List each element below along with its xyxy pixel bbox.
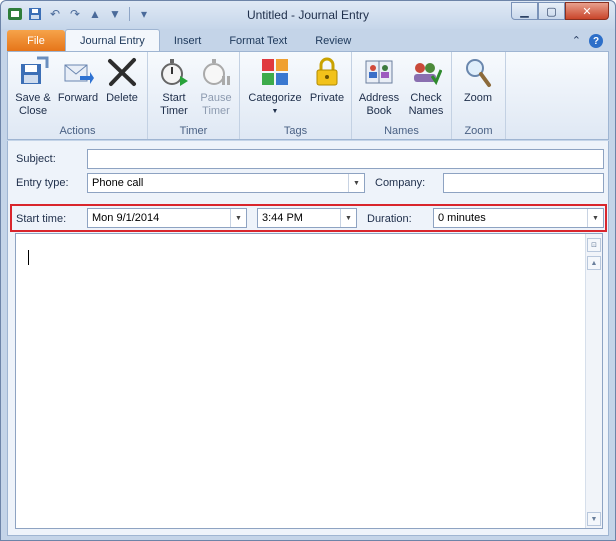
notes-scrollbar[interactable]: ⊡ ▲ ▼ bbox=[585, 234, 602, 528]
private-label: Private bbox=[309, 92, 345, 104]
tab-review[interactable]: Review bbox=[301, 30, 365, 52]
delete-icon bbox=[108, 58, 136, 86]
group-actions: Save & Close Forward Delete Actions bbox=[8, 52, 148, 139]
magnifier-icon bbox=[466, 59, 491, 87]
entry-type-label: Entry type: bbox=[16, 177, 69, 189]
address-book-label: Address Book bbox=[358, 92, 400, 117]
delete-label: Delete bbox=[106, 92, 138, 104]
chevron-down-icon[interactable]: ▼ bbox=[348, 174, 364, 192]
ribbon-tabs: File Journal Entry Insert Format Text Re… bbox=[7, 29, 365, 52]
start-timer-button[interactable]: Start Timer bbox=[154, 56, 194, 118]
subject-label: Subject: bbox=[16, 153, 56, 165]
close-icon: ✕ bbox=[582, 5, 592, 18]
entry-type-select[interactable]: Phone call ▼ bbox=[87, 173, 365, 193]
delete-button[interactable]: Delete bbox=[102, 56, 142, 105]
start-time-select[interactable]: 3:44 PM ▼ bbox=[257, 208, 357, 228]
journal-entry-window: ↶ ↷ ▲ ▼ ▾ Untitled - Journal Entry ▁ ▢ ✕… bbox=[0, 0, 616, 541]
tab-format-text[interactable]: Format Text bbox=[215, 30, 301, 52]
scroll-down-button[interactable]: ▼ bbox=[587, 512, 601, 526]
categorize-button[interactable]: Categorize ▼ bbox=[246, 56, 304, 118]
maximize-button[interactable]: ▢ bbox=[538, 2, 565, 20]
minimize-icon: ▁ bbox=[520, 5, 529, 18]
save-close-label: Save & Close bbox=[15, 92, 51, 117]
pause-timer-button[interactable]: Pause Timer bbox=[196, 56, 236, 118]
tab-insert[interactable]: Insert bbox=[160, 30, 216, 52]
stopwatch-pause-icon bbox=[203, 59, 230, 85]
check-names-icon bbox=[414, 63, 442, 86]
window-controls: ▁ ▢ ✕ bbox=[511, 2, 609, 20]
subject-input[interactable] bbox=[87, 149, 604, 169]
start-date-select[interactable]: Mon 9/1/2014 ▼ bbox=[87, 208, 247, 228]
duration-label: Duration: bbox=[367, 213, 412, 225]
group-label-tags: Tags bbox=[283, 125, 308, 137]
categorize-dropdown-icon: ▼ bbox=[271, 108, 279, 115]
check-names-label: Check Names bbox=[408, 92, 444, 117]
tab-file[interactable]: File bbox=[7, 30, 65, 52]
maximize-icon: ▢ bbox=[546, 5, 557, 18]
duration-select[interactable]: 0 minutes ▼ bbox=[433, 208, 604, 228]
start-timer-label: Start Timer bbox=[160, 92, 188, 117]
address-book-button[interactable]: Address Book bbox=[356, 56, 402, 118]
ruler-toggle-icon[interactable]: ⊡ bbox=[587, 238, 601, 252]
start-date-value: Mon 9/1/2014 bbox=[92, 212, 160, 224]
save-close-icon bbox=[21, 56, 49, 84]
check-names-button[interactable]: Check Names bbox=[404, 56, 448, 118]
save-close-button[interactable]: Save & Close bbox=[12, 56, 54, 118]
zoom-label: Zoom bbox=[463, 92, 493, 104]
company-input[interactable] bbox=[443, 173, 604, 193]
close-button[interactable]: ✕ bbox=[565, 2, 609, 20]
group-zoom: Zoom Zoom bbox=[452, 52, 506, 139]
scroll-up-button[interactable]: ▲ bbox=[587, 256, 601, 270]
address-book-icon bbox=[365, 60, 393, 84]
group-label-timer: Timer bbox=[179, 125, 208, 137]
forward-button[interactable]: Forward bbox=[56, 56, 100, 105]
forward-icon bbox=[64, 64, 94, 84]
ribbon-help-area: ⌃ ? bbox=[572, 34, 603, 48]
ribbon: Save & Close Forward Delete Actions Star… bbox=[7, 51, 609, 140]
chevron-down-icon[interactable]: ▼ bbox=[587, 209, 603, 227]
start-time-label: Start time: bbox=[16, 213, 67, 225]
tab-journal-entry[interactable]: Journal Entry bbox=[65, 29, 160, 52]
text-caret bbox=[28, 250, 29, 265]
start-time-value: 3:44 PM bbox=[262, 212, 303, 224]
categorize-label: Categorize bbox=[248, 92, 302, 104]
entry-type-value: Phone call bbox=[92, 177, 144, 189]
chevron-down-icon[interactable]: ▼ bbox=[230, 209, 246, 227]
chevron-down-icon[interactable]: ▼ bbox=[340, 209, 356, 227]
pause-timer-label: Pause Timer bbox=[200, 92, 232, 117]
lock-icon bbox=[316, 57, 338, 86]
group-names: Address Book Check Names Names bbox=[352, 52, 452, 139]
notes-editor[interactable]: ⊡ ▲ ▼ bbox=[15, 233, 603, 529]
title-bar: ↶ ↷ ▲ ▼ ▾ Untitled - Journal Entry ▁ ▢ ✕ bbox=[1, 1, 615, 29]
group-tags: Categorize ▼ Private Tags bbox=[240, 52, 352, 139]
group-label-zoom: Zoom bbox=[464, 125, 493, 137]
journal-form: Subject: Entry type: Phone call ▼ Compan… bbox=[7, 141, 609, 536]
duration-value: 0 minutes bbox=[438, 212, 486, 224]
group-label-names: Names bbox=[384, 125, 419, 137]
zoom-button[interactable]: Zoom bbox=[458, 56, 498, 105]
minimize-button[interactable]: ▁ bbox=[511, 2, 538, 20]
forward-label: Forward bbox=[57, 92, 99, 104]
company-label: Company: bbox=[375, 177, 426, 189]
categorize-icon bbox=[262, 59, 288, 85]
private-button[interactable]: Private bbox=[308, 56, 346, 105]
collapse-ribbon-icon[interactable]: ⌃ bbox=[572, 34, 581, 48]
group-timer: Start Timer Pause Timer Timer bbox=[148, 52, 240, 139]
help-icon[interactable]: ? bbox=[589, 34, 603, 48]
stopwatch-start-icon bbox=[161, 59, 188, 86]
group-label-actions: Actions bbox=[59, 125, 96, 137]
